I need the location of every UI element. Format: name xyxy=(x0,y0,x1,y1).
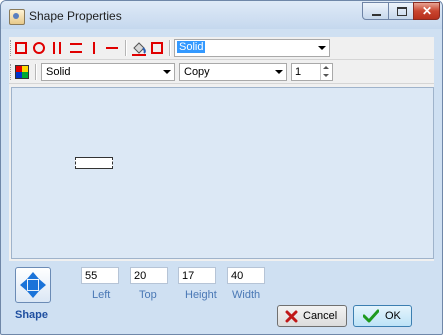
section-label: Shape xyxy=(15,309,49,321)
spin-down-icon[interactable] xyxy=(323,74,329,77)
cancel-button[interactable]: Cancel xyxy=(277,305,347,327)
app-icon[interactable] xyxy=(9,9,25,25)
vertical-line-icon[interactable] xyxy=(91,42,97,54)
move-arrows-button[interactable] xyxy=(15,267,51,303)
title-bar[interactable]: Shape Properties xyxy=(1,1,442,29)
close-button[interactable] xyxy=(413,2,440,20)
top-field[interactable]: 20 xyxy=(130,267,168,284)
chevron-down-icon xyxy=(318,46,326,50)
chevron-down-icon xyxy=(275,70,283,74)
dialog-client: Solid Solid Copy 1 55 20 17 40 Left Top … xyxy=(9,37,434,332)
fill-toolbar: Solid Copy 1 xyxy=(9,61,434,84)
spin-up-icon[interactable] xyxy=(323,66,329,69)
left-field[interactable]: 55 xyxy=(81,267,119,284)
height-field[interactable]: 17 xyxy=(178,267,216,284)
width-label: Width xyxy=(232,289,261,301)
toolbar-grip[interactable] xyxy=(10,64,13,80)
shape-properties-window: Shape Properties Solid xyxy=(0,0,443,335)
top-label: Top xyxy=(139,289,157,301)
color-palette-icon[interactable] xyxy=(15,65,29,79)
spinner-buttons[interactable] xyxy=(320,64,332,80)
vertical-lines-icon[interactable] xyxy=(51,42,63,54)
position-panel: 55 20 17 40 Left Top Height Width Shape … xyxy=(9,261,434,332)
fill-rect-icon[interactable] xyxy=(151,42,163,54)
pen-width-value: 1 xyxy=(295,66,302,78)
ok-label: OK xyxy=(385,310,401,322)
horizontal-line-icon[interactable] xyxy=(105,42,119,54)
toolbar-separator xyxy=(169,40,171,56)
ok-check-icon xyxy=(363,309,379,323)
minimize-button[interactable] xyxy=(362,2,389,20)
circle-icon[interactable] xyxy=(33,42,45,54)
ok-button[interactable]: OK xyxy=(353,305,412,327)
paint-bucket-icon[interactable] xyxy=(131,40,147,56)
line-style-value: Solid xyxy=(177,41,206,53)
toolbar-grip[interactable] xyxy=(10,40,13,56)
window-title: Shape Properties xyxy=(29,9,122,23)
left-value: 55 xyxy=(85,270,98,282)
toolbar-separator xyxy=(35,64,37,80)
pen-width-spinner[interactable]: 1 xyxy=(291,63,333,81)
fill-style-value: Solid xyxy=(46,66,71,78)
chevron-down-icon xyxy=(163,70,171,74)
width-value: 40 xyxy=(231,270,244,282)
horizontal-lines-icon[interactable] xyxy=(69,42,83,54)
fill-style-combo[interactable]: Solid xyxy=(41,63,175,81)
draw-mode-value: Copy xyxy=(184,66,210,78)
toolbar-separator xyxy=(125,40,127,56)
rectangle-icon[interactable] xyxy=(15,42,27,54)
maximize-button[interactable] xyxy=(388,2,414,20)
shape-toolbar: Solid xyxy=(9,37,434,60)
top-value: 20 xyxy=(134,270,147,282)
cancel-x-icon xyxy=(285,310,298,323)
height-label: Height xyxy=(185,289,217,301)
move-arrows-icon xyxy=(20,272,46,298)
preview-shape[interactable] xyxy=(75,157,113,169)
cancel-label: Cancel xyxy=(303,310,338,322)
left-label: Left xyxy=(92,289,111,301)
draw-mode-combo[interactable]: Copy xyxy=(179,63,287,81)
preview-canvas[interactable] xyxy=(11,87,434,259)
line-style-combo[interactable]: Solid xyxy=(174,39,330,57)
height-value: 17 xyxy=(182,270,195,282)
width-field[interactable]: 40 xyxy=(227,267,265,284)
